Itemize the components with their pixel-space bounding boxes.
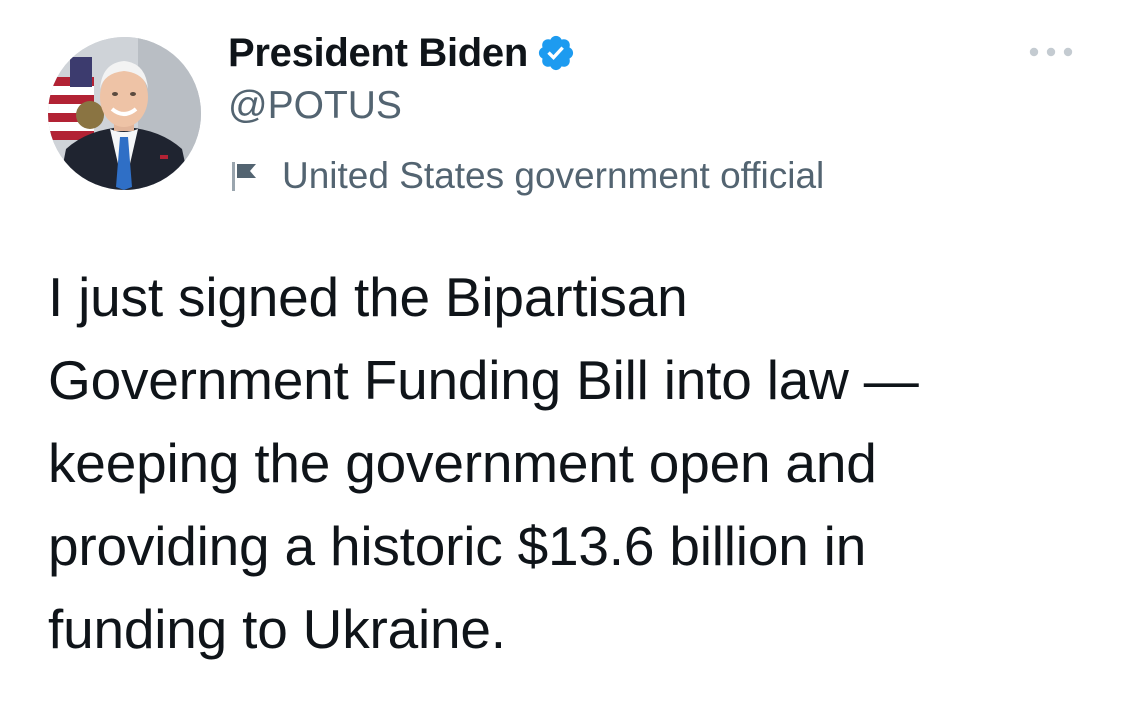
user-handle[interactable]: @POTUS xyxy=(228,82,824,130)
display-name[interactable]: President Biden xyxy=(228,31,528,76)
more-horizontal-icon xyxy=(1029,47,1073,57)
avatar[interactable] xyxy=(48,37,201,190)
flag-icon xyxy=(228,159,262,193)
tweet: President Biden @POTUS United States gov… xyxy=(0,0,1125,701)
verified-badge-icon xyxy=(536,33,576,73)
tweet-text: I just signed the Bipartisan Government … xyxy=(48,266,919,660)
account-label: United States government official xyxy=(228,152,824,200)
tweet-header: President Biden @POTUS United States gov… xyxy=(228,28,824,200)
account-label-text: United States government official xyxy=(282,155,825,196)
name-row: President Biden xyxy=(228,28,824,78)
more-options-button[interactable] xyxy=(1028,42,1074,62)
avatar-photo xyxy=(48,37,201,190)
